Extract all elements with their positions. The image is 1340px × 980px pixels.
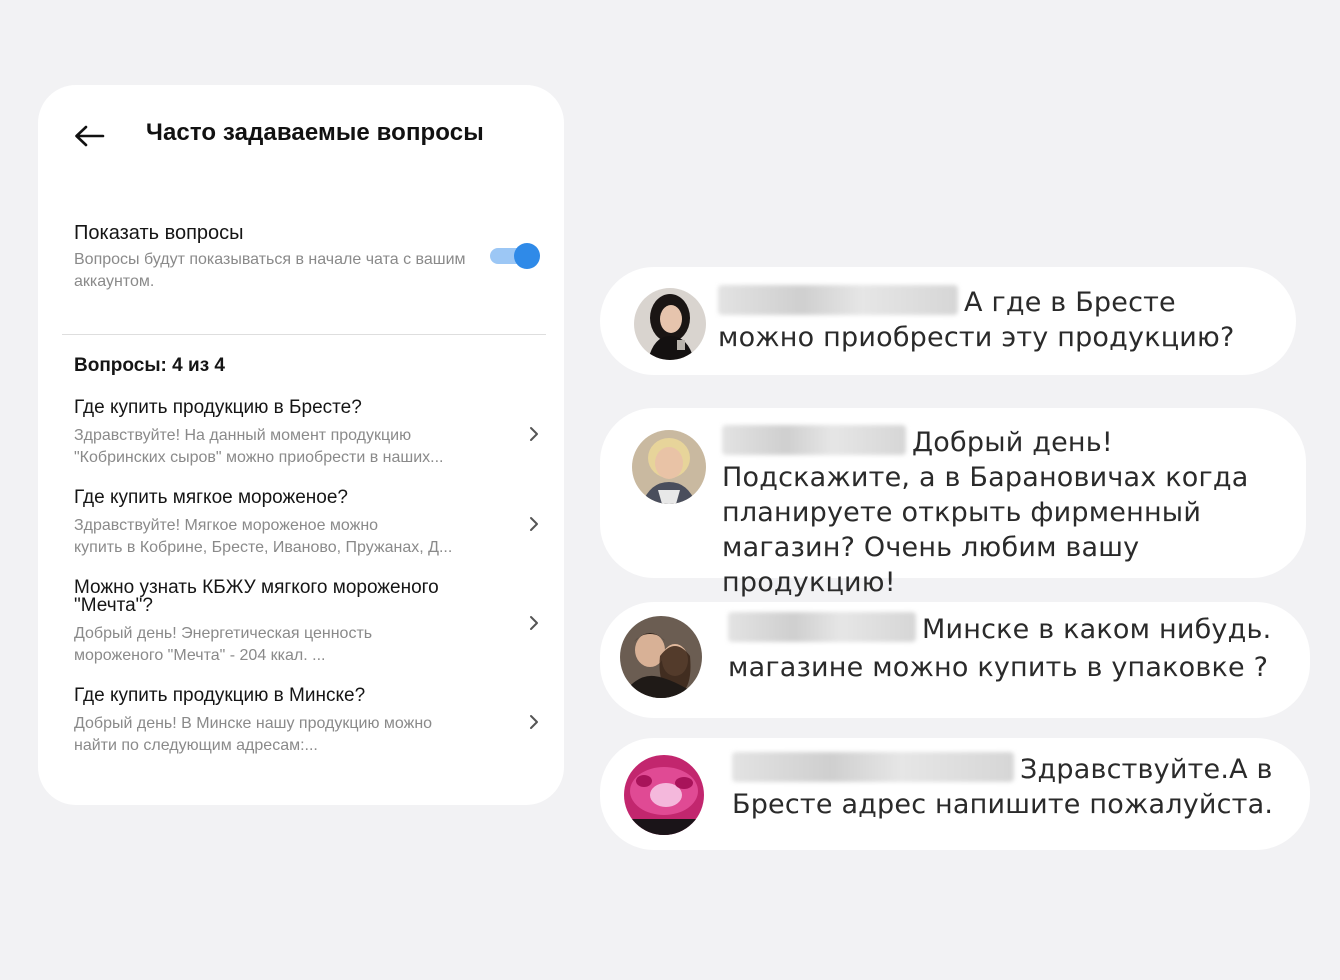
page-title: Часто задаваемые вопросы <box>146 119 484 146</box>
faq-answer-preview: Добрый день! В Минске нашу продукцию мож… <box>74 713 506 757</box>
blurred-username <box>732 752 1014 782</box>
faq-question: Где купить продукцию в Бресте? <box>74 397 362 418</box>
avatar-couple <box>620 616 702 698</box>
comment-bubble: А где в Бресте можно приобрести эту прод… <box>600 267 1296 375</box>
show-questions-toggle[interactable] <box>490 243 540 269</box>
faq-answer-line: купить в Кобрине, Бресте, Иваново, Пружа… <box>74 539 453 556</box>
toggle-knob <box>514 243 540 269</box>
show-questions-label: Показать вопросы <box>74 222 244 244</box>
faq-answer-line: найти по следующим адресам:... <box>74 737 318 754</box>
chevron-right-icon <box>530 517 538 531</box>
chevron-right-icon <box>530 715 538 729</box>
faq-answer-preview: Здравствуйте! На данный момент продукцию… <box>74 425 506 469</box>
faq-settings-panel: Часто задаваемые вопросы Показать вопрос… <box>38 85 564 805</box>
faq-answer-line: Здравствуйте! Мягкое мороженое можно <box>74 517 379 534</box>
blurred-username <box>728 612 916 642</box>
chevron-right-icon <box>530 427 538 441</box>
comment-text: Добрый день! Подскажите, а в Барановичах… <box>722 425 1249 598</box>
questions-count: Вопросы: 4 из 4 <box>74 355 225 376</box>
comment-text: Минске в каком нибудь. магазине можно ку… <box>728 612 1272 683</box>
blurred-username <box>722 425 906 455</box>
avatar-pink-flowers <box>624 755 704 835</box>
faq-item[interactable]: Где купить мягкое мороженое? Здравствуйт… <box>74 487 544 559</box>
faq-question: Где купить продукцию в Минске? <box>74 685 366 706</box>
faq-answer-line: Здравствуйте! На данный момент продукцию <box>74 427 412 444</box>
comment-bubble: Здравствуйте.А в Бресте адрес напишите п… <box>600 738 1310 850</box>
blurred-username <box>718 285 958 315</box>
faq-answer-line: Добрый день! Энергетическая ценность <box>74 625 373 642</box>
comment-text: Здравствуйте.А в Бресте адрес напишите п… <box>732 752 1274 820</box>
faq-list: Где купить продукцию в Бресте? Здравству… <box>74 397 544 777</box>
faq-answer-preview: Здравствуйте! Мягкое мороженое можно куп… <box>74 515 506 559</box>
back-button[interactable] <box>72 119 106 153</box>
avatar-woman-blonde <box>632 430 706 504</box>
faq-item[interactable]: Где купить продукцию в Бресте? Здравству… <box>74 397 544 469</box>
faq-answer-line: "Кобринских сыров" можно приобрести в на… <box>74 449 444 466</box>
faq-answer-line: Добрый день! В Минске нашу продукцию мож… <box>74 715 433 732</box>
show-questions-description: Вопросы будут показываться в начале чата… <box>74 251 466 290</box>
chevron-right-icon <box>530 616 538 630</box>
divider <box>62 334 546 335</box>
faq-answer-line: мороженого "Мечта" - 204 ккал. ... <box>74 647 326 664</box>
show-questions-setting: Показать вопросы Вопросы будут показыват… <box>74 221 474 293</box>
arrow-left-icon <box>75 125 105 147</box>
faq-question: Где купить мягкое мороженое? <box>74 487 348 508</box>
avatar-woman-dark-hair <box>634 288 706 360</box>
comment-bubble: Минске в каком нибудь. магазине можно ку… <box>600 602 1310 718</box>
comment-bubble: Добрый день! Подскажите, а в Барановичах… <box>600 408 1306 598</box>
faq-item[interactable]: Можно узнать КБЖУ мягкого мороженого "Ме… <box>74 577 544 667</box>
comment-text: А где в Бресте можно приобрести эту прод… <box>718 285 1235 353</box>
faq-answer-preview: Добрый день! Энергетическая ценность мор… <box>74 623 506 667</box>
faq-question: Можно узнать КБЖУ мягкого мороженого "Ме… <box>74 577 439 616</box>
faq-item[interactable]: Где купить продукцию в Минске? Добрый де… <box>74 685 544 757</box>
